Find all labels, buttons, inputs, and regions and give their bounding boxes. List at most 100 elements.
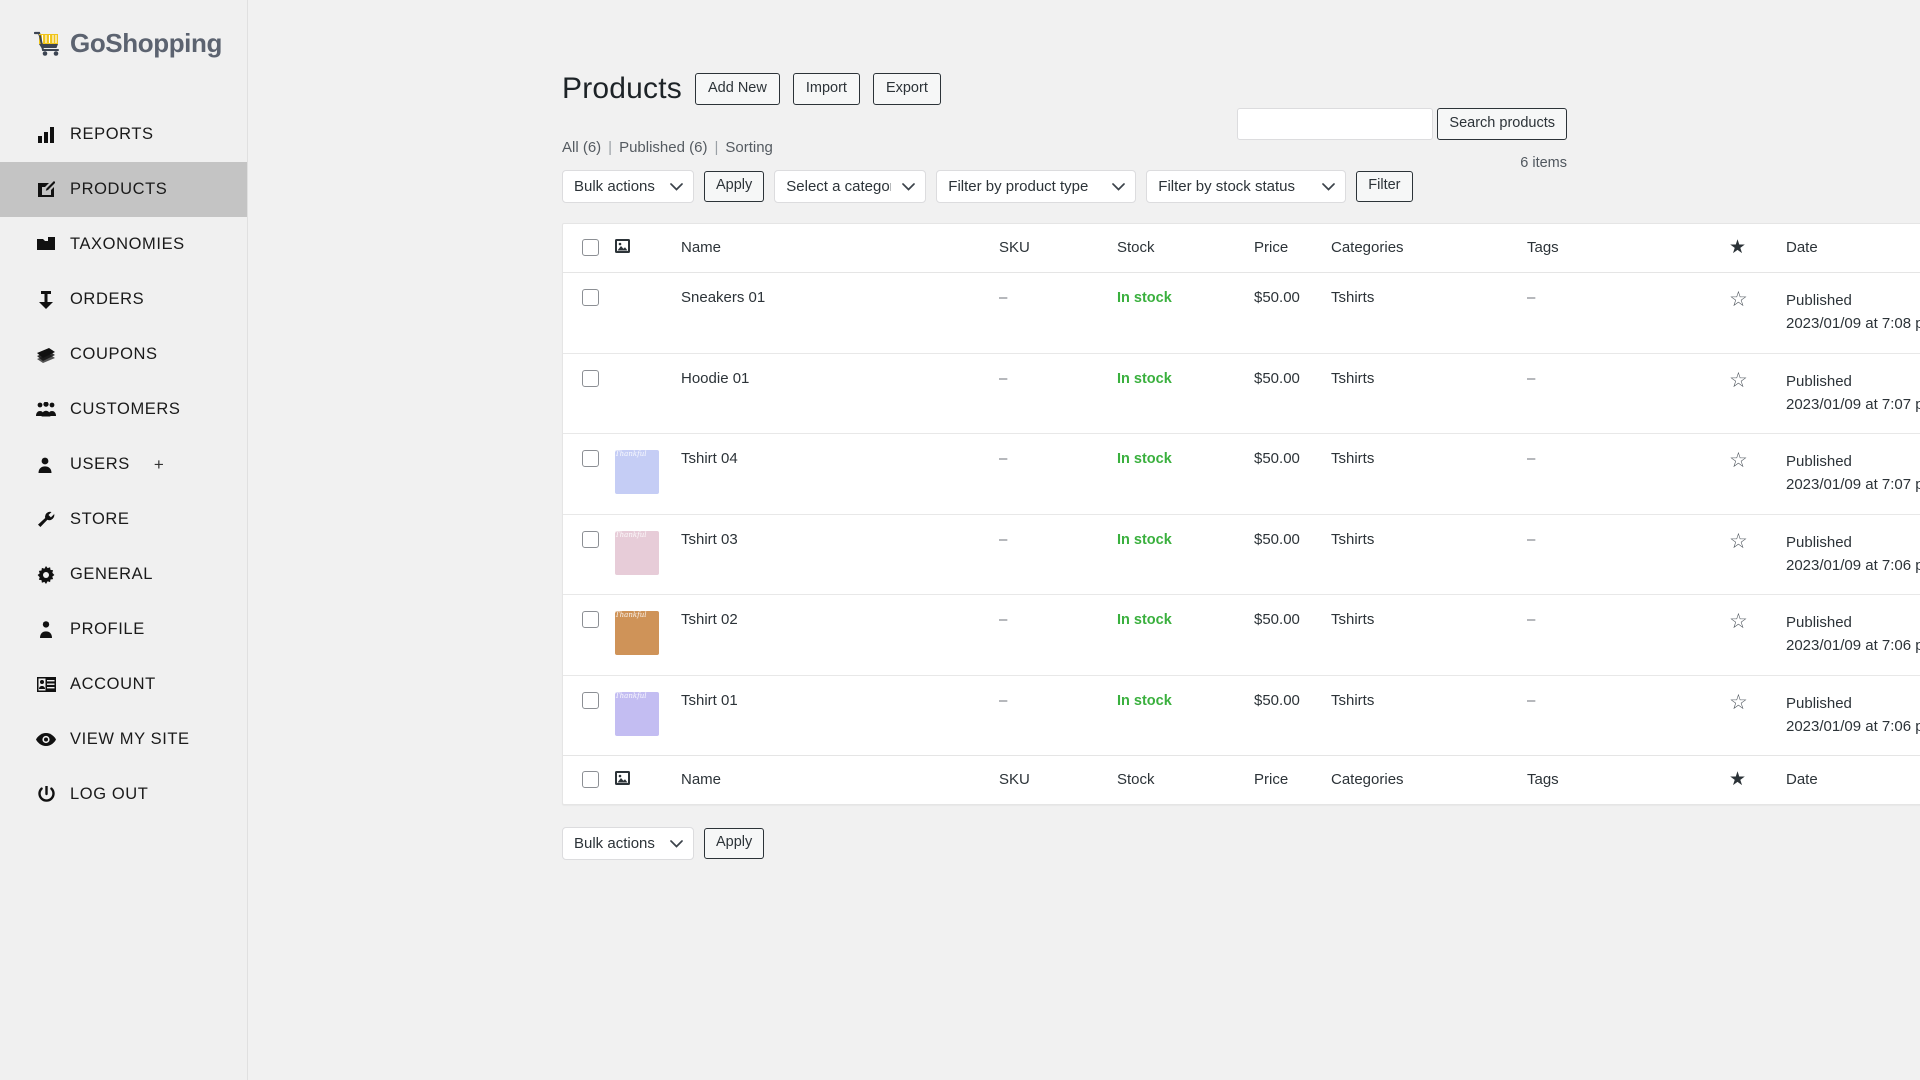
product-thumbnail[interactable]	[615, 289, 659, 333]
row-checkbox[interactable]	[582, 691, 599, 709]
row-checkbox[interactable]	[582, 530, 599, 548]
tags-footer: Tags	[1527, 755, 1729, 805]
filter-link-all[interactable]: All (6)	[562, 139, 601, 156]
price-footer[interactable]: Price	[1254, 755, 1331, 805]
product-type-select[interactable]: Filter by product type	[936, 170, 1137, 204]
stock-header[interactable]: Stock	[1117, 224, 1254, 274]
product-categories[interactable]: Tshirts	[1331, 675, 1527, 756]
product-stock-cell: In stock	[1117, 272, 1254, 354]
row-checkbox-cell	[563, 675, 615, 756]
product-name-link[interactable]: Tshirt 02	[681, 611, 738, 628]
category-select[interactable]: Select a category	[774, 170, 927, 204]
product-stock-cell: In stock	[1117, 675, 1254, 756]
sidebar-item-account[interactable]: ACCOUNT	[0, 657, 247, 712]
product-thumbnail[interactable]: Thankful	[615, 530, 659, 575]
stock-status-badge: In stock	[1117, 531, 1172, 548]
name-header[interactable]: Name	[681, 224, 999, 274]
product-name-link[interactable]: Hoodie 01	[681, 370, 749, 387]
bulk-actions-select-bottom[interactable]: Bulk actions	[562, 827, 694, 861]
sidebar-item-users[interactable]: USERS +	[0, 437, 247, 492]
folder-icon	[36, 237, 56, 252]
row-checkbox[interactable]	[582, 369, 599, 387]
stock-footer[interactable]: Stock	[1117, 755, 1254, 805]
star-filled-icon: ★	[1729, 769, 1747, 791]
bulk-actions-select-wrap-bottom: Bulk actions	[562, 827, 694, 861]
product-name-link[interactable]: Tshirt 04	[681, 450, 738, 467]
row-checkbox[interactable]	[582, 289, 599, 307]
row-thumbnail-cell: Thankful	[615, 675, 681, 756]
status-filter-links: All (6) | Published (6) | Sorting	[248, 126, 1920, 156]
product-name-link[interactable]: Sneakers 01	[681, 289, 765, 306]
product-categories[interactable]: Tshirts	[1331, 514, 1527, 596]
filter-link-sorting[interactable]: Sorting	[725, 139, 773, 156]
add-new-button[interactable]: Add New	[695, 72, 780, 106]
sidebar-item-log-out[interactable]: LOG OUT	[0, 767, 247, 822]
search-input[interactable]	[1237, 108, 1434, 140]
bulk-actions-select[interactable]: Bulk actions	[562, 170, 694, 204]
product-thumbnail[interactable]: Thankful	[615, 691, 659, 736]
import-button[interactable]: Import	[792, 72, 860, 106]
row-checkbox-cell	[563, 353, 615, 435]
date-footer[interactable]: Date	[1786, 755, 1920, 805]
sidebar-item-taxonomies[interactable]: TAXONOMIES	[0, 217, 247, 272]
apply-button-bottom[interactable]: Apply	[704, 828, 765, 859]
row-checkbox[interactable]	[582, 450, 599, 468]
products-table: Name SKU Stock Price Categories Tags ★ D…	[563, 224, 1920, 805]
search-products-button[interactable]: Search products	[1437, 108, 1567, 140]
star-outline-icon[interactable]: ☆	[1729, 369, 1748, 392]
date-status: Published	[1786, 372, 1852, 390]
star-outline-icon[interactable]: ☆	[1729, 530, 1748, 553]
price-header[interactable]: Price	[1254, 224, 1331, 274]
stock-status-select[interactable]: Filter by stock status	[1146, 170, 1347, 204]
apply-button-top[interactable]: Apply	[704, 171, 765, 202]
select-all-checkbox-footer[interactable]	[582, 771, 599, 789]
star-outline-icon[interactable]: ☆	[1729, 610, 1748, 633]
edit-box-icon	[36, 181, 56, 198]
sidebar-item-coupons[interactable]: COUPONS	[0, 327, 247, 382]
product-categories[interactable]: Tshirts	[1331, 353, 1527, 435]
row-checkbox-cell	[563, 433, 615, 515]
export-button[interactable]: Export	[872, 72, 941, 106]
featured-cell: ☆	[1729, 675, 1786, 756]
sidebar-item-store[interactable]: STORE	[0, 492, 247, 547]
add-user-button[interactable]: +	[154, 455, 165, 475]
select-all-checkbox[interactable]	[582, 239, 599, 257]
product-date-cell: Published 2023/01/09 at 7:06 pm	[1786, 594, 1920, 676]
date-status: Published	[1786, 694, 1852, 712]
product-stock-cell: In stock	[1117, 514, 1254, 596]
filter-link-published[interactable]: Published (6)	[619, 139, 707, 156]
product-name-cell: Tshirt 01	[681, 675, 999, 756]
product-thumbnail[interactable]: Thankful	[615, 450, 659, 495]
sidebar-item-orders[interactable]: ORDERS	[0, 272, 247, 327]
sidebar-item-label: STORE	[70, 510, 130, 528]
sidebar-item-products[interactable]: PRODUCTS	[0, 162, 247, 217]
categories-footer: Categories	[1331, 755, 1527, 805]
star-outline-icon[interactable]: ☆	[1729, 691, 1748, 714]
sidebar-item-view-my-site[interactable]: VIEW MY SITE	[0, 712, 247, 767]
sidebar-item-profile[interactable]: PROFILE	[0, 602, 247, 657]
star-outline-icon[interactable]: ☆	[1729, 288, 1748, 311]
name-footer[interactable]: Name	[681, 755, 999, 805]
star-outline-icon[interactable]: ☆	[1729, 449, 1748, 472]
sidebar-item-customers[interactable]: CUSTOMERS	[0, 382, 247, 437]
date-value: 2023/01/09 at 7:06 pm	[1786, 717, 1920, 735]
product-categories[interactable]: Tshirts	[1331, 272, 1527, 354]
product-price: $50.00	[1254, 691, 1300, 709]
product-name-link[interactable]: Tshirt 01	[681, 692, 738, 709]
product-thumbnail[interactable]	[615, 370, 659, 414]
product-thumbnail[interactable]: Thankful	[615, 611, 659, 656]
sku-footer[interactable]: SKU	[999, 755, 1117, 805]
row-checkbox[interactable]	[582, 611, 599, 629]
product-name-link[interactable]: Tshirt 03	[681, 531, 738, 548]
product-categories[interactable]: Tshirts	[1331, 433, 1527, 515]
product-tags: –	[1527, 691, 1536, 709]
sidebar-item-reports[interactable]: REPORTS	[0, 107, 247, 162]
sidebar-item-label: CUSTOMERS	[70, 400, 181, 418]
separator: |	[714, 139, 719, 157]
product-categories[interactable]: Tshirts	[1331, 594, 1527, 676]
filter-button[interactable]: Filter	[1356, 171, 1413, 202]
date-header[interactable]: Date	[1786, 224, 1920, 274]
brand-logo[interactable]: GoShopping	[0, 0, 247, 59]
sku-header[interactable]: SKU	[999, 224, 1117, 274]
sidebar-item-general[interactable]: GENERAL	[0, 547, 247, 602]
